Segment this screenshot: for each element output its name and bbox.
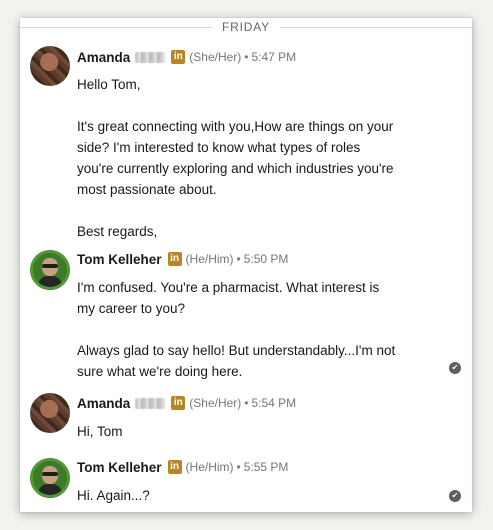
linkedin-premium-icon: in (171, 50, 186, 64)
message-thread: FRIDAY Amanda in (She/Her) • 5:47 PM Hello… (20, 18, 472, 512)
pronouns: (She/Her) (189, 396, 242, 410)
message-time: 5:54 PM (251, 396, 297, 410)
linkedin-premium-icon: in (167, 460, 182, 474)
redacted-surname (135, 51, 166, 63)
redacted-surname (135, 397, 166, 409)
message-time: 5:55 PM (243, 460, 289, 474)
read-check-icon: ✔ (449, 362, 461, 374)
message-header: Tom Kelleher in (He/Him) • 5:50 PM (77, 250, 288, 268)
avatar[interactable] (30, 458, 70, 498)
meta-separator: • (236, 460, 241, 474)
message-body: Hi, Tom (77, 421, 438, 442)
message-paragraph: Always glad to say hello! But understand… (77, 343, 396, 379)
pronouns: (He/Him) (185, 252, 234, 266)
day-label: FRIDAY (212, 20, 280, 34)
message-paragraph: I'm confused. You're a pharmacist. What … (77, 280, 380, 316)
message-paragraph: Hi, Tom (77, 424, 123, 439)
read-check-icon: ✔ (449, 490, 461, 502)
message-meta: (She/Her) • 5:47 PM (189, 50, 296, 64)
message-time: 5:50 PM (243, 252, 289, 266)
meta-separator: • (244, 396, 249, 410)
avatar-ring (30, 250, 70, 290)
message-body: Hi. Again...? (77, 485, 438, 506)
avatar[interactable] (30, 393, 70, 433)
message-header: Tom Kelleher in (He/Him) • 5:55 PM (77, 458, 288, 476)
day-divider: FRIDAY (20, 18, 472, 36)
message-body: Hello Tom, It's great connecting with yo… (77, 74, 438, 242)
message-paragraph: Hi. Again...? (77, 488, 150, 503)
message-header: Amanda in (She/Her) • 5:47 PM (77, 48, 296, 66)
message-paragraph: It's great connecting with you,How are t… (77, 119, 394, 197)
sender-name[interactable]: Amanda (77, 50, 130, 65)
message-meta: (He/Him) • 5:55 PM (186, 460, 289, 474)
avatar[interactable] (30, 250, 70, 290)
message-paragraph: Hello Tom, (77, 77, 141, 92)
message-paragraph: Best regards, (77, 224, 158, 239)
sender-name[interactable]: Tom Kelleher (77, 252, 162, 267)
sender-name[interactable]: Amanda (77, 396, 130, 411)
pronouns: (She/Her) (189, 50, 242, 64)
avatar[interactable] (30, 46, 70, 86)
sender-name[interactable]: Tom Kelleher (77, 460, 162, 475)
avatar-ring (30, 458, 70, 498)
meta-separator: • (244, 50, 249, 64)
message-meta: (He/Him) • 5:50 PM (186, 252, 289, 266)
message-header: Amanda in (She/Her) • 5:54 PM (77, 394, 296, 412)
linkedin-premium-icon: in (167, 252, 182, 266)
linkedin-premium-icon: in (171, 396, 186, 410)
meta-separator: • (236, 252, 241, 266)
message-body: I'm confused. You're a pharmacist. What … (77, 277, 438, 382)
pronouns: (He/Him) (185, 460, 234, 474)
message-meta: (She/Her) • 5:54 PM (189, 396, 296, 410)
message-time: 5:47 PM (251, 50, 297, 64)
